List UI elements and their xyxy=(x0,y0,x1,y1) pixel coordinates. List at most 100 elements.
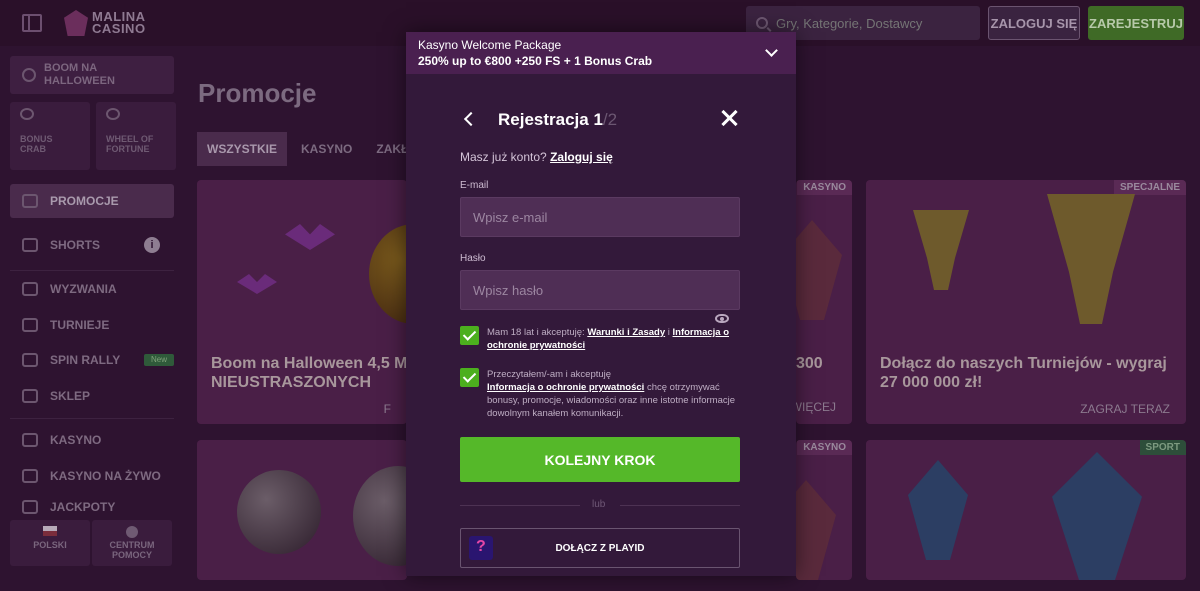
sidebar-divider xyxy=(10,418,174,419)
info-icon[interactable]: i xyxy=(144,237,160,253)
poland-flag-icon xyxy=(43,526,57,536)
register-button[interactable]: ZAREJESTRUJ xyxy=(1088,6,1184,40)
privacy-link[interactable]: Informacja o ochronie prywatności xyxy=(487,382,644,393)
step-total: /2 xyxy=(602,110,618,129)
sidebar-item-label: SHORTS xyxy=(50,238,101,252)
sidebar-item-kasyno-na-zywo[interactable]: KASYNO NA ŻYWO xyxy=(10,459,174,493)
sidebar-item-sklep[interactable]: SKLEP xyxy=(10,379,174,413)
tab-wszystkie[interactable]: WSZYSTKIE xyxy=(197,132,288,166)
promo-card-sport[interactable]: SPORT xyxy=(866,440,1186,580)
promo-card-halloween[interactable]: Boom na Halloween 4,5 M NIEUSTRASZONYCH … xyxy=(197,180,407,424)
bat-illustration xyxy=(285,224,335,250)
sidebar-item-label: WYZWANIA xyxy=(50,282,117,296)
marketing-consent-checkbox[interactable] xyxy=(460,368,479,387)
pumpkin-illustration xyxy=(369,224,407,324)
sidebar-item-kasyno[interactable]: KASYNO xyxy=(10,423,174,457)
age-terms-checkbox[interactable] xyxy=(460,326,479,345)
jackpot-icon xyxy=(22,500,38,514)
email-label: E-mail xyxy=(460,180,489,191)
menu-toggle-icon[interactable] xyxy=(22,14,42,32)
welcome-package-banner[interactable]: Kasyno Welcome Package 250% up to €800 +… xyxy=(406,32,796,74)
sidebar-promo-label: BOOM NA HALLOWEEN xyxy=(44,62,115,87)
card-cta[interactable]: F xyxy=(384,402,391,416)
logo[interactable]: MALINA CASINO xyxy=(64,10,146,36)
challenge-icon xyxy=(22,282,38,296)
card-title: 300 xyxy=(796,355,823,372)
wheel-icon xyxy=(106,108,120,120)
sidebar: BOOM NA HALLOWEEN BONUS CRAB WHEEL OF FO… xyxy=(0,46,186,591)
help-center-button[interactable]: CENTRUM POMOCY xyxy=(92,520,172,566)
bat-illustration xyxy=(237,274,277,294)
pumpkin-icon xyxy=(22,68,36,82)
terms-link[interactable]: Warunki i Zasady xyxy=(587,327,665,338)
have-account-text: Masz już konto? Zaloguj się xyxy=(460,150,613,164)
password-field[interactable] xyxy=(460,270,740,310)
card-cta[interactable]: WIĘCEJ xyxy=(796,400,836,414)
promo-card-football[interactable] xyxy=(197,440,407,580)
close-icon[interactable] xyxy=(719,108,739,128)
new-badge: New xyxy=(144,354,174,366)
card-cta[interactable]: ZAGRAJ TERAZ xyxy=(1080,402,1170,416)
email-field[interactable] xyxy=(460,197,740,237)
sidebar-item-jackpoty[interactable]: JACKPOTY xyxy=(10,494,174,516)
logo-line2: CASINO xyxy=(92,21,146,36)
tile-label: WHEEL OF FORTUNE xyxy=(106,134,154,154)
sidebar-item-promocje[interactable]: PROMOCJE xyxy=(10,184,174,218)
trophy-illustration xyxy=(913,210,969,290)
trophy-illustration xyxy=(1047,194,1135,324)
next-step-button[interactable]: KOLEJNY KROK xyxy=(460,437,740,482)
card-title: Dołącz do naszych Turniejów - wygraj 27 … xyxy=(880,355,1167,391)
language-selector[interactable]: POLSKI xyxy=(10,520,90,566)
sidebar-item-label: SPIN RALLY xyxy=(50,353,121,367)
language-label: POLSKI xyxy=(33,540,67,550)
cherries-icon xyxy=(22,433,38,447)
raspberry-logo-icon xyxy=(64,10,88,36)
sidebar-item-wyzwania[interactable]: WYZWANIA xyxy=(10,272,174,306)
football-illustration xyxy=(237,470,321,554)
sidebar-item-shorts[interactable]: SHORTS i xyxy=(10,228,174,262)
shop-icon xyxy=(22,389,38,403)
eye-icon[interactable] xyxy=(715,314,729,323)
gift-icon xyxy=(22,194,38,208)
search-icon xyxy=(756,17,768,29)
sidebar-item-turnieje[interactable]: TURNIEJE xyxy=(10,308,174,342)
login-link[interactable]: Zaloguj się xyxy=(550,150,613,164)
football-illustration xyxy=(353,466,407,566)
card-tag: KASYNO xyxy=(797,440,852,455)
tab-kasyno[interactable]: KASYNO xyxy=(291,132,362,166)
back-arrow-icon[interactable] xyxy=(463,111,479,127)
or-label: lub xyxy=(592,499,606,510)
sidebar-item-spin-rally[interactable]: SPIN RALLY New xyxy=(10,343,174,377)
trophy-icon xyxy=(22,318,38,332)
sidebar-tile-bonus-crab[interactable]: BONUS CRAB xyxy=(10,102,90,170)
tile-label: BONUS CRAB xyxy=(20,134,53,154)
password-label: Hasło xyxy=(460,253,486,264)
promo-card-tournaments[interactable]: SPECJALNE Dołącz do naszych Turniejów - … xyxy=(866,180,1186,424)
promo-tabs: WSZYSTKIE KASYNO ZAKŁAD xyxy=(197,132,436,166)
sidebar-item-label: TURNIEJE xyxy=(50,318,110,332)
age-terms-text: Mam 18 lat i akceptuję: Warunki i Zasady… xyxy=(487,327,730,351)
gem-illustration xyxy=(796,220,842,320)
divider-line xyxy=(460,505,580,506)
sidebar-item-label: PROMOCJE xyxy=(50,194,119,208)
sidebar-item-label: JACKPOTY xyxy=(50,500,116,514)
banner-title: Kasyno Welcome Package xyxy=(418,38,562,52)
sidebar-item-label: KASYNO NA ŻYWO xyxy=(50,469,161,483)
promo-card-casino[interactable]: KASYNO 300 WIĘCEJ xyxy=(796,180,852,424)
sidebar-promo-halloween[interactable]: BOOM NA HALLOWEEN xyxy=(10,56,174,94)
banner-offer: 250% up to €800 +250 FS + 1 Bonus Crab xyxy=(418,54,653,68)
sidebar-tile-wheel-of-fortune[interactable]: WHEEL OF FORTUNE xyxy=(96,102,176,170)
playid-button[interactable]: DOŁĄCZ Z PLAYID xyxy=(460,528,740,568)
modal-title: Rejestracja 1/2 xyxy=(498,110,618,129)
sidebar-item-label: KASYNO xyxy=(50,433,102,447)
promo-card-casino-2[interactable]: KASYNO xyxy=(796,440,852,580)
gem-illustration xyxy=(796,480,836,580)
registration-modal: Kasyno Welcome Package 250% up to €800 +… xyxy=(406,32,796,576)
playid-icon xyxy=(469,536,493,560)
login-button[interactable]: ZALOGUJ SIĘ xyxy=(988,6,1080,40)
sidebar-divider xyxy=(10,270,174,271)
flag-icon xyxy=(22,353,38,367)
crab-icon xyxy=(20,108,34,120)
sidebar-item-label: SKLEP xyxy=(50,389,91,403)
search-input[interactable] xyxy=(776,15,966,31)
